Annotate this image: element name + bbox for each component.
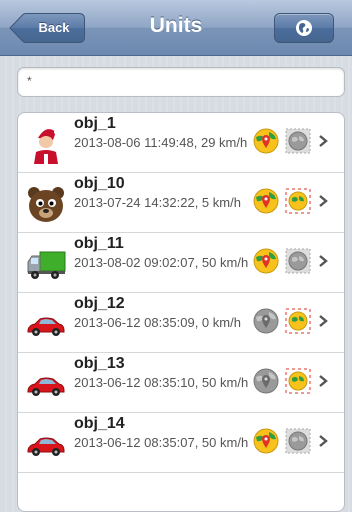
santa-avatar — [34, 129, 60, 164]
unit-name: obj_14 — [74, 415, 125, 432]
map-view-icon[interactable] — [285, 368, 311, 394]
bear-avatar — [28, 187, 64, 222]
car-avatar — [27, 437, 65, 456]
chevron-right-icon — [319, 135, 328, 147]
units-list: obj_1 2013-08-06 11:49:48, 29 km/h obj_1… — [17, 112, 345, 512]
map-view-icon[interactable] — [285, 428, 311, 454]
unit-row-obj-10[interactable]: obj_10 2013-07-24 14:32:22, 5 km/h — [18, 173, 344, 233]
unit-name: obj_12 — [74, 295, 125, 312]
map-view-icon[interactable] — [285, 188, 311, 214]
world-button[interactable] — [274, 13, 334, 43]
locate-pin-icon[interactable] — [253, 368, 279, 394]
map-view-icon[interactable] — [285, 248, 311, 274]
truck-avatar — [27, 251, 66, 279]
unit-detail: 2013-07-24 14:32:22, 5 km/h — [74, 195, 241, 210]
map-view-icon[interactable] — [285, 308, 311, 334]
car-avatar — [27, 377, 65, 396]
globe-icon — [296, 20, 312, 36]
locate-pin-icon[interactable] — [253, 188, 279, 214]
car-avatar — [27, 317, 65, 336]
search-field[interactable]: * — [17, 67, 345, 97]
unit-detail: 2013-08-02 09:02:07, 50 km/h — [74, 255, 249, 270]
search-input-value[interactable]: * — [27, 74, 32, 88]
locate-pin-icon[interactable] — [253, 428, 279, 454]
unit-row-obj-1[interactable]: obj_1 2013-08-06 11:49:48, 29 km/h — [18, 113, 344, 173]
unit-row-obj-14[interactable]: obj_14 2013-06-12 08:35:07, 50 km/h — [18, 413, 344, 473]
unit-detail: 2013-08-06 11:49:48, 29 km/h — [74, 135, 248, 150]
locate-pin-icon[interactable] — [253, 308, 279, 334]
unit-name: obj_11 — [74, 235, 124, 252]
unit-name: obj_13 — [74, 355, 125, 372]
unit-name: obj_1 — [74, 115, 116, 132]
unit-name: obj_10 — [74, 175, 125, 192]
unit-row-obj-13[interactable]: obj_13 2013-06-12 08:35:10, 50 km/h — [18, 353, 344, 413]
chevron-right-icon — [319, 375, 328, 387]
unit-row-obj-12[interactable]: obj_12 2013-06-12 08:35:09, 0 km/h — [18, 293, 344, 353]
unit-row-obj-11[interactable]: obj_11 2013-08-02 09:02:07, 50 km/h — [18, 233, 344, 293]
locate-pin-icon[interactable] — [253, 128, 279, 154]
chevron-right-icon — [319, 435, 328, 447]
unit-detail: 2013-06-12 08:35:09, 0 km/h — [74, 315, 241, 330]
chevron-right-icon — [319, 195, 328, 207]
chevron-right-icon — [319, 255, 328, 267]
unit-detail: 2013-06-12 08:35:10, 50 km/h — [74, 375, 249, 390]
locate-pin-icon[interactable] — [253, 248, 279, 274]
chevron-right-icon — [319, 315, 328, 327]
unit-detail: 2013-06-12 08:35:07, 50 km/h — [74, 435, 249, 450]
navigation-bar: Back Units — [0, 0, 352, 56]
map-view-icon[interactable] — [285, 128, 311, 154]
